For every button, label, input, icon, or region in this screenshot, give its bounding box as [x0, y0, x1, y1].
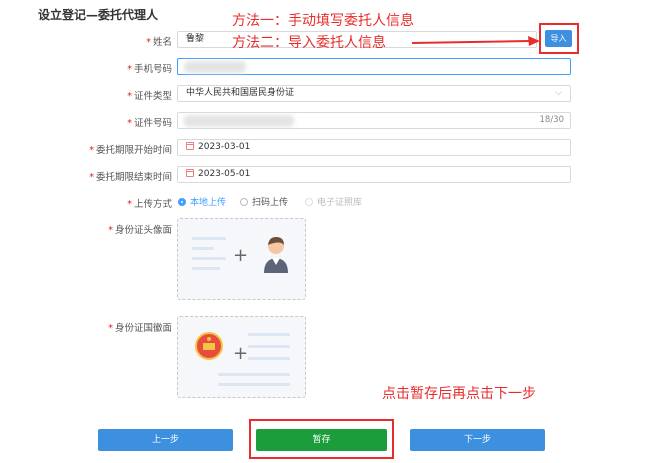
start-date-label: * 委托期限开始时间 [89, 145, 172, 156]
national-emblem-icon [195, 332, 223, 360]
id-type-select[interactable]: 中华人民共和国居民身份证 ⌵ [177, 85, 571, 102]
annotation-save-hint: 点击暂存后再点击下一步 [382, 386, 536, 402]
import-highlight-box [539, 23, 579, 54]
name-label: * 姓名 [146, 37, 172, 48]
end-date-label: * 委托期限结束时间 [89, 172, 172, 183]
radio-scan-upload[interactable]: 扫码上传 [240, 195, 288, 208]
arrow-icon [412, 36, 540, 46]
page: 设立登记—委托代理人 * 姓名 鲁黎 导入 方法一：手动填写委托人信息 方法二：导… [0, 0, 671, 463]
annotation-method1: 方法一：手动填写委托人信息 [232, 13, 414, 29]
calendar-icon [186, 169, 194, 177]
person-avatar-icon [264, 237, 288, 273]
chevron-down-icon: ⌵ [555, 88, 562, 98]
id-number-label: * 证件号码 [127, 118, 172, 129]
phone-label: * 手机号码 [127, 64, 172, 75]
phone-redacted [184, 61, 246, 73]
id-number-counter: 18/30 [539, 115, 565, 125]
end-date-input[interactable]: 2023-05-01 [177, 166, 571, 183]
id-front-upload[interactable]: + [177, 218, 306, 300]
start-date-input[interactable]: 2023-03-01 [177, 139, 571, 156]
plus-icon: + [233, 245, 249, 266]
prev-step-button[interactable]: 上一步 [98, 429, 233, 451]
radio-e-license-library[interactable]: 电子证照库 [305, 195, 362, 208]
next-step-button[interactable]: 下一步 [410, 429, 545, 451]
id-type-label: * 证件类型 [127, 91, 172, 102]
save-highlight-box [249, 419, 394, 459]
id-number-redacted [184, 115, 294, 127]
radio-local-upload[interactable]: 本地上传 [178, 195, 226, 208]
id-front-label: * 身份证头像面 [108, 225, 172, 236]
upload-method-label: * 上传方式 [127, 199, 172, 210]
plus-icon: + [233, 343, 249, 364]
id-back-upload[interactable]: + [177, 316, 306, 398]
section-title: 设立登记—委托代理人 [38, 8, 159, 22]
phone-input[interactable] [177, 58, 571, 75]
calendar-icon [186, 142, 194, 150]
annotation-method2: 方法二：导入委托人信息 [232, 35, 386, 51]
id-number-input[interactable]: 18/30 [177, 112, 571, 129]
id-back-label: * 身份证国徽面 [108, 323, 172, 334]
